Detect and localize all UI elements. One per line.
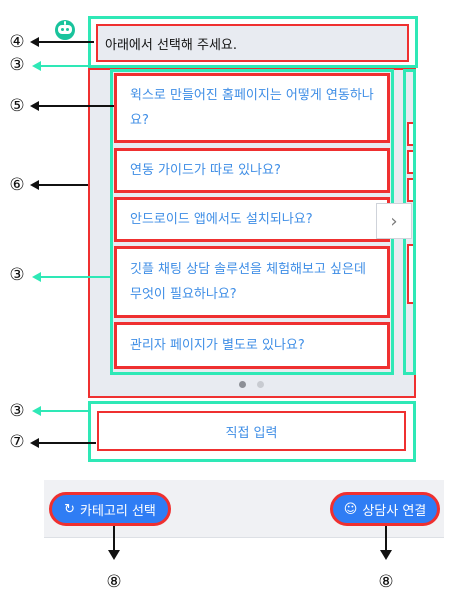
smile-icon: ☺ <box>343 501 358 517</box>
callout-marker: ③ <box>9 55 25 75</box>
agent-connect-button[interactable]: ☺ 상담사 연결 <box>330 492 440 526</box>
question-text: 관리자 페이지가 별도로 있나요? <box>130 338 305 353</box>
callout-arrow-head <box>32 406 41 416</box>
chevron-right-icon: › <box>390 210 398 232</box>
callout-marker: ④ <box>9 32 25 52</box>
callout-marker: ③ <box>9 401 25 421</box>
callout-marker: ⑦ <box>9 432 25 452</box>
direct-input-label: 직접 입력 <box>225 425 278 441</box>
callout-arrow-head <box>380 550 392 560</box>
callout-marker: ⑤ <box>9 96 25 116</box>
question-button[interactable]: 연동 가이드가 따로 있나요? <box>114 148 390 193</box>
callout-marker: ⑧ <box>378 572 394 592</box>
carousel-dot[interactable] <box>257 381 264 388</box>
question-button[interactable]: 윅스로 만들어진 홈페이지는 어떻게 연동하나요? <box>114 73 390 143</box>
callout-arrow-head <box>30 180 39 190</box>
category-select-label: 카테고리 선택 <box>80 503 156 519</box>
callout-arrow-head <box>32 272 41 282</box>
refresh-icon: ↻ <box>64 501 75 517</box>
callout-arrow <box>40 276 112 278</box>
callout-arrow-head <box>30 438 39 448</box>
callout-arrow <box>38 184 88 186</box>
callout-arrow-head <box>108 550 120 560</box>
question-text: 깃플 채팅 상담 솔루션을 체험해보고 싶은데 무엇이 필요하나요? <box>130 262 366 302</box>
agent-connect-label: 상담사 연결 <box>362 503 427 519</box>
question-button[interactable]: 깃플 채팅 상담 솔루션을 체험해보고 싶은데 무엇이 필요하나요? <box>114 246 390 318</box>
callout-arrow <box>38 442 96 444</box>
callout-arrow-head <box>32 61 41 71</box>
bot-message: 아래에서 선택해 주세요. <box>96 24 409 62</box>
callout-marker: ⑥ <box>9 175 25 195</box>
question-text: 안드로이드 앱에서도 설치되나요? <box>130 212 313 227</box>
callout-arrow <box>40 410 88 412</box>
bot-message-text: 아래에서 선택해 주세요. <box>105 37 237 53</box>
category-select-button[interactable]: ↻ 카테고리 선택 <box>49 492 171 526</box>
callout-arrow <box>113 526 115 552</box>
question-button[interactable]: 안드로이드 앱에서도 설치되나요? <box>114 197 390 242</box>
carousel-dot-active[interactable] <box>239 381 246 388</box>
callout-marker: ③ <box>9 265 25 285</box>
callout-arrow <box>38 41 94 43</box>
callout-marker: ⑧ <box>106 572 122 592</box>
question-text: 연동 가이드가 따로 있나요? <box>130 163 281 178</box>
callout-arrow-head <box>30 101 39 111</box>
direct-input-button[interactable]: 직접 입력 <box>97 411 406 451</box>
callout-arrow <box>40 65 88 67</box>
callout-arrow <box>385 526 387 552</box>
callout-arrow <box>38 105 114 107</box>
carousel-next-button[interactable]: › <box>376 203 412 239</box>
bot-avatar-icon <box>55 20 75 40</box>
question-button[interactable]: 관리자 페이지가 별도로 있나요? <box>114 322 390 369</box>
question-text: 윅스로 만들어진 홈페이지는 어떻게 연동하나요? <box>130 88 374 128</box>
callout-arrow-head <box>30 37 39 47</box>
